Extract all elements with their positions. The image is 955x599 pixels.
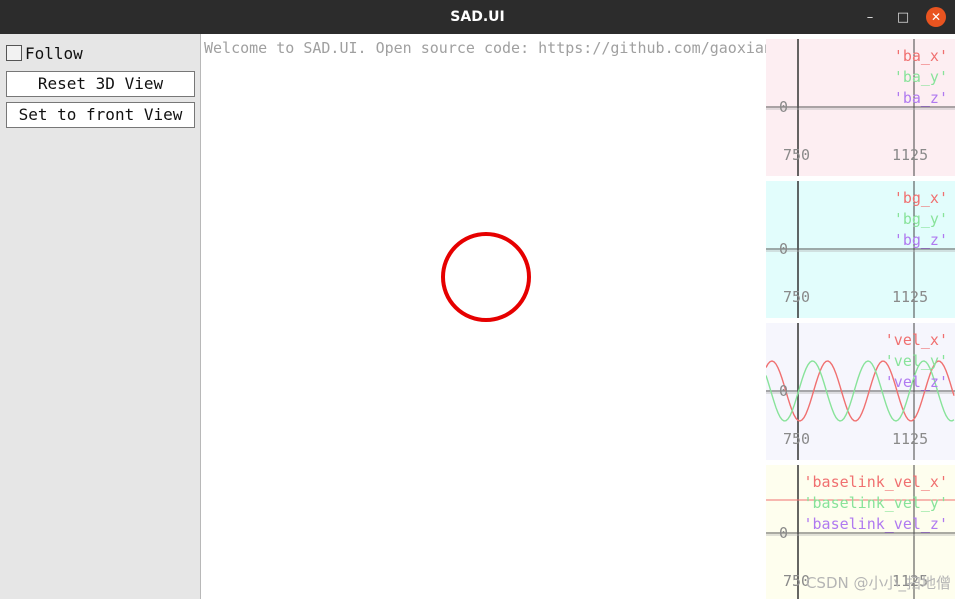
follow-checkbox[interactable] bbox=[6, 45, 22, 61]
control-panel: Follow Reset 3D View Set to front View bbox=[0, 34, 201, 599]
welcome-message: Welcome to SAD.UI. Open source code: htt… bbox=[204, 39, 766, 57]
front-view-button[interactable]: Set to front View bbox=[6, 102, 195, 128]
vehicle-marker bbox=[441, 232, 531, 322]
legend-bg-y: 'bg_y' bbox=[893, 210, 948, 228]
csdn-watermark: CSDN @小小_扫地僧 bbox=[805, 574, 951, 592]
legend-vel-y: 'vel_y' bbox=[884, 352, 948, 370]
plot-bg-xtick-750: 750 bbox=[783, 288, 811, 306]
plot-ba-xtick-1125: 1125 bbox=[892, 146, 929, 164]
title-bar: SAD.UI – □ ✕ bbox=[0, 0, 955, 34]
legend-bg-z: 'bg_z' bbox=[893, 231, 948, 249]
plot-bg[interactable]: 'bg_x' 'bg_y' 'bg_z' 0 750 1125 bbox=[766, 181, 955, 318]
plot-ba-xtick-750: 750 bbox=[783, 146, 811, 164]
maximize-button[interactable]: □ bbox=[893, 7, 913, 27]
legend-vel-x: 'vel_x' bbox=[884, 331, 948, 349]
plot-baselink-vel-legend: 'baselink_vel_x' 'baselink_vel_y' 'basel… bbox=[804, 472, 949, 535]
plot-vel[interactable]: 'vel_x' 'vel_y' 'vel_z' 0 750 1125 bbox=[766, 323, 955, 460]
plot-bg-xtick-1125: 1125 bbox=[892, 288, 929, 306]
plot-ba[interactable]: 'ba_x' 'ba_y' 'ba_z' 0 750 1125 bbox=[766, 39, 955, 176]
legend-ba-y: 'ba_y' bbox=[893, 68, 948, 86]
plot-vel-xtick-1125: 1125 bbox=[892, 430, 929, 448]
plot-ba-zero-label: 0 bbox=[779, 98, 789, 116]
legend-ba-z: 'ba_z' bbox=[893, 89, 948, 107]
legend-baselink-vel-x: 'baselink_vel_x' bbox=[803, 473, 949, 491]
legend-ba-x: 'ba_x' bbox=[893, 47, 948, 65]
plot-vel-legend: 'vel_x' 'vel_y' 'vel_z' bbox=[885, 330, 948, 393]
plot-bg-zero-label: 0 bbox=[779, 240, 789, 258]
minimize-button[interactable]: – bbox=[860, 7, 880, 27]
reset-3d-view-button[interactable]: Reset 3D View bbox=[6, 71, 195, 97]
plot-panel: 'ba_x' 'ba_y' 'ba_z' 0 750 1125 'bg_x' '… bbox=[766, 34, 955, 599]
plot-vel-zero-label: 0 bbox=[779, 382, 789, 400]
legend-bg-x: 'bg_x' bbox=[893, 189, 948, 207]
plot-baselink-vel-zero-label: 0 bbox=[779, 524, 789, 542]
plot-vel-xtick-750: 750 bbox=[783, 430, 811, 448]
legend-baselink-vel-y: 'baselink_vel_y' bbox=[803, 494, 949, 512]
3d-viewport[interactable]: Welcome to SAD.UI. Open source code: htt… bbox=[201, 34, 766, 599]
legend-vel-z: 'vel_z' bbox=[884, 373, 948, 391]
plot-bg-legend: 'bg_x' 'bg_y' 'bg_z' bbox=[894, 188, 948, 251]
legend-baselink-vel-z: 'baselink_vel_z' bbox=[803, 515, 949, 533]
follow-label: Follow bbox=[25, 43, 83, 63]
window-title: SAD.UI bbox=[450, 9, 505, 25]
follow-toggle[interactable]: Follow bbox=[6, 42, 83, 64]
plot-ba-legend: 'ba_x' 'ba_y' 'ba_z' bbox=[894, 46, 948, 109]
close-button[interactable]: ✕ bbox=[926, 7, 946, 27]
